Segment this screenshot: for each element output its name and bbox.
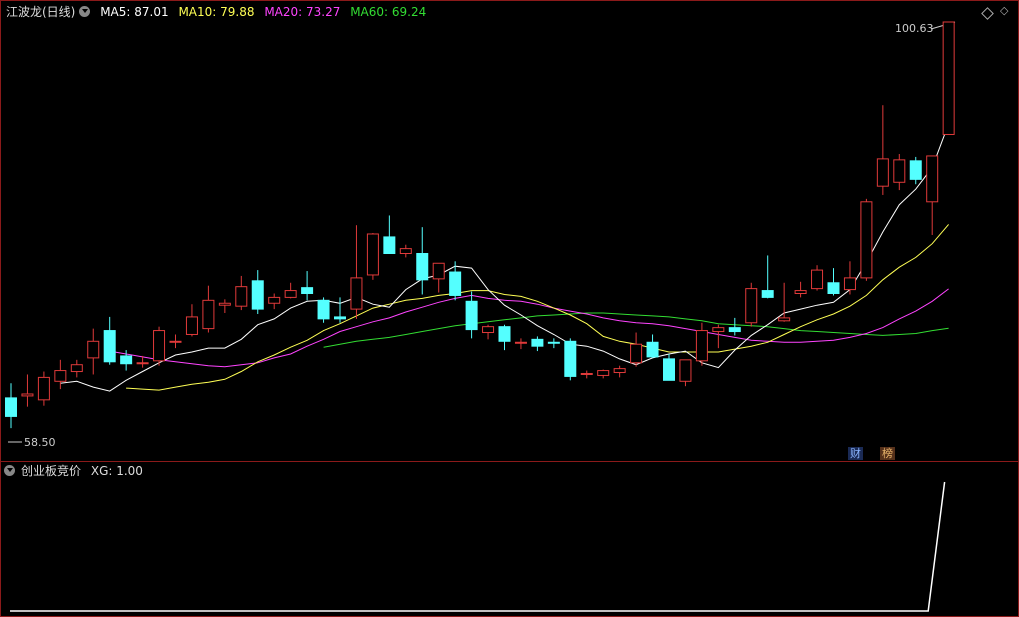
candle-body	[465, 300, 478, 331]
candle-body	[202, 299, 215, 330]
candle-body	[630, 343, 643, 364]
candle-body	[5, 397, 17, 417]
candle-body	[432, 262, 445, 280]
candle-body	[695, 330, 708, 362]
candle-body	[909, 160, 922, 180]
candle-body	[235, 286, 248, 307]
candle-body	[876, 158, 889, 187]
candle-body	[284, 290, 297, 298]
candle-body	[21, 393, 34, 397]
candlestick-chart[interactable]: 100.63 58.50	[0, 0, 1019, 617]
candle-body	[366, 233, 379, 276]
high-price-label: 100.63	[895, 22, 934, 35]
candle-body	[70, 364, 83, 373]
candle-body	[449, 271, 462, 296]
candle-body	[54, 370, 67, 382]
candle-body	[120, 355, 133, 365]
candle-body	[383, 236, 396, 254]
xg-signal-line	[10, 481, 946, 612]
candle-body	[827, 282, 840, 294]
candle-body	[334, 316, 346, 320]
candle-body	[87, 340, 100, 359]
candle-body	[860, 201, 873, 279]
candle-body	[37, 376, 50, 401]
candle-body	[597, 370, 610, 376]
candle-body	[811, 269, 824, 290]
candle-body	[745, 288, 758, 324]
low-price-label: 58.50	[24, 436, 56, 449]
candle-body	[498, 326, 511, 342]
candle-body	[580, 372, 593, 375]
candle-body	[613, 368, 626, 374]
candle-body	[268, 296, 281, 304]
candle-body	[712, 327, 725, 333]
candle-body	[728, 327, 741, 333]
candle-body	[761, 290, 774, 298]
candle-body	[893, 159, 906, 183]
candle-body	[103, 330, 116, 363]
candle-body	[251, 280, 264, 310]
candle-body	[794, 290, 807, 294]
candle-body	[482, 326, 495, 334]
candle-body	[679, 359, 692, 382]
candle-body	[350, 277, 363, 310]
candle-body	[218, 302, 231, 306]
candle-body	[185, 316, 198, 335]
candle-body	[843, 277, 856, 291]
candle-body	[926, 155, 939, 203]
candle-body	[169, 340, 182, 343]
candle-body	[153, 330, 166, 362]
candle-body	[416, 252, 429, 281]
candle-body	[136, 362, 149, 365]
ma10-line	[126, 224, 949, 391]
candle-body	[531, 338, 544, 347]
candle-body	[547, 341, 560, 344]
candle-body	[564, 340, 577, 377]
ma5-line	[60, 123, 950, 392]
candle-body	[778, 317, 791, 322]
candle-body	[399, 248, 412, 254]
candle-body	[663, 358, 675, 381]
candle-body	[514, 341, 527, 344]
candle-body	[646, 341, 659, 358]
candle-body	[942, 21, 955, 135]
candle-body	[317, 299, 330, 320]
candle-body	[301, 287, 314, 294]
